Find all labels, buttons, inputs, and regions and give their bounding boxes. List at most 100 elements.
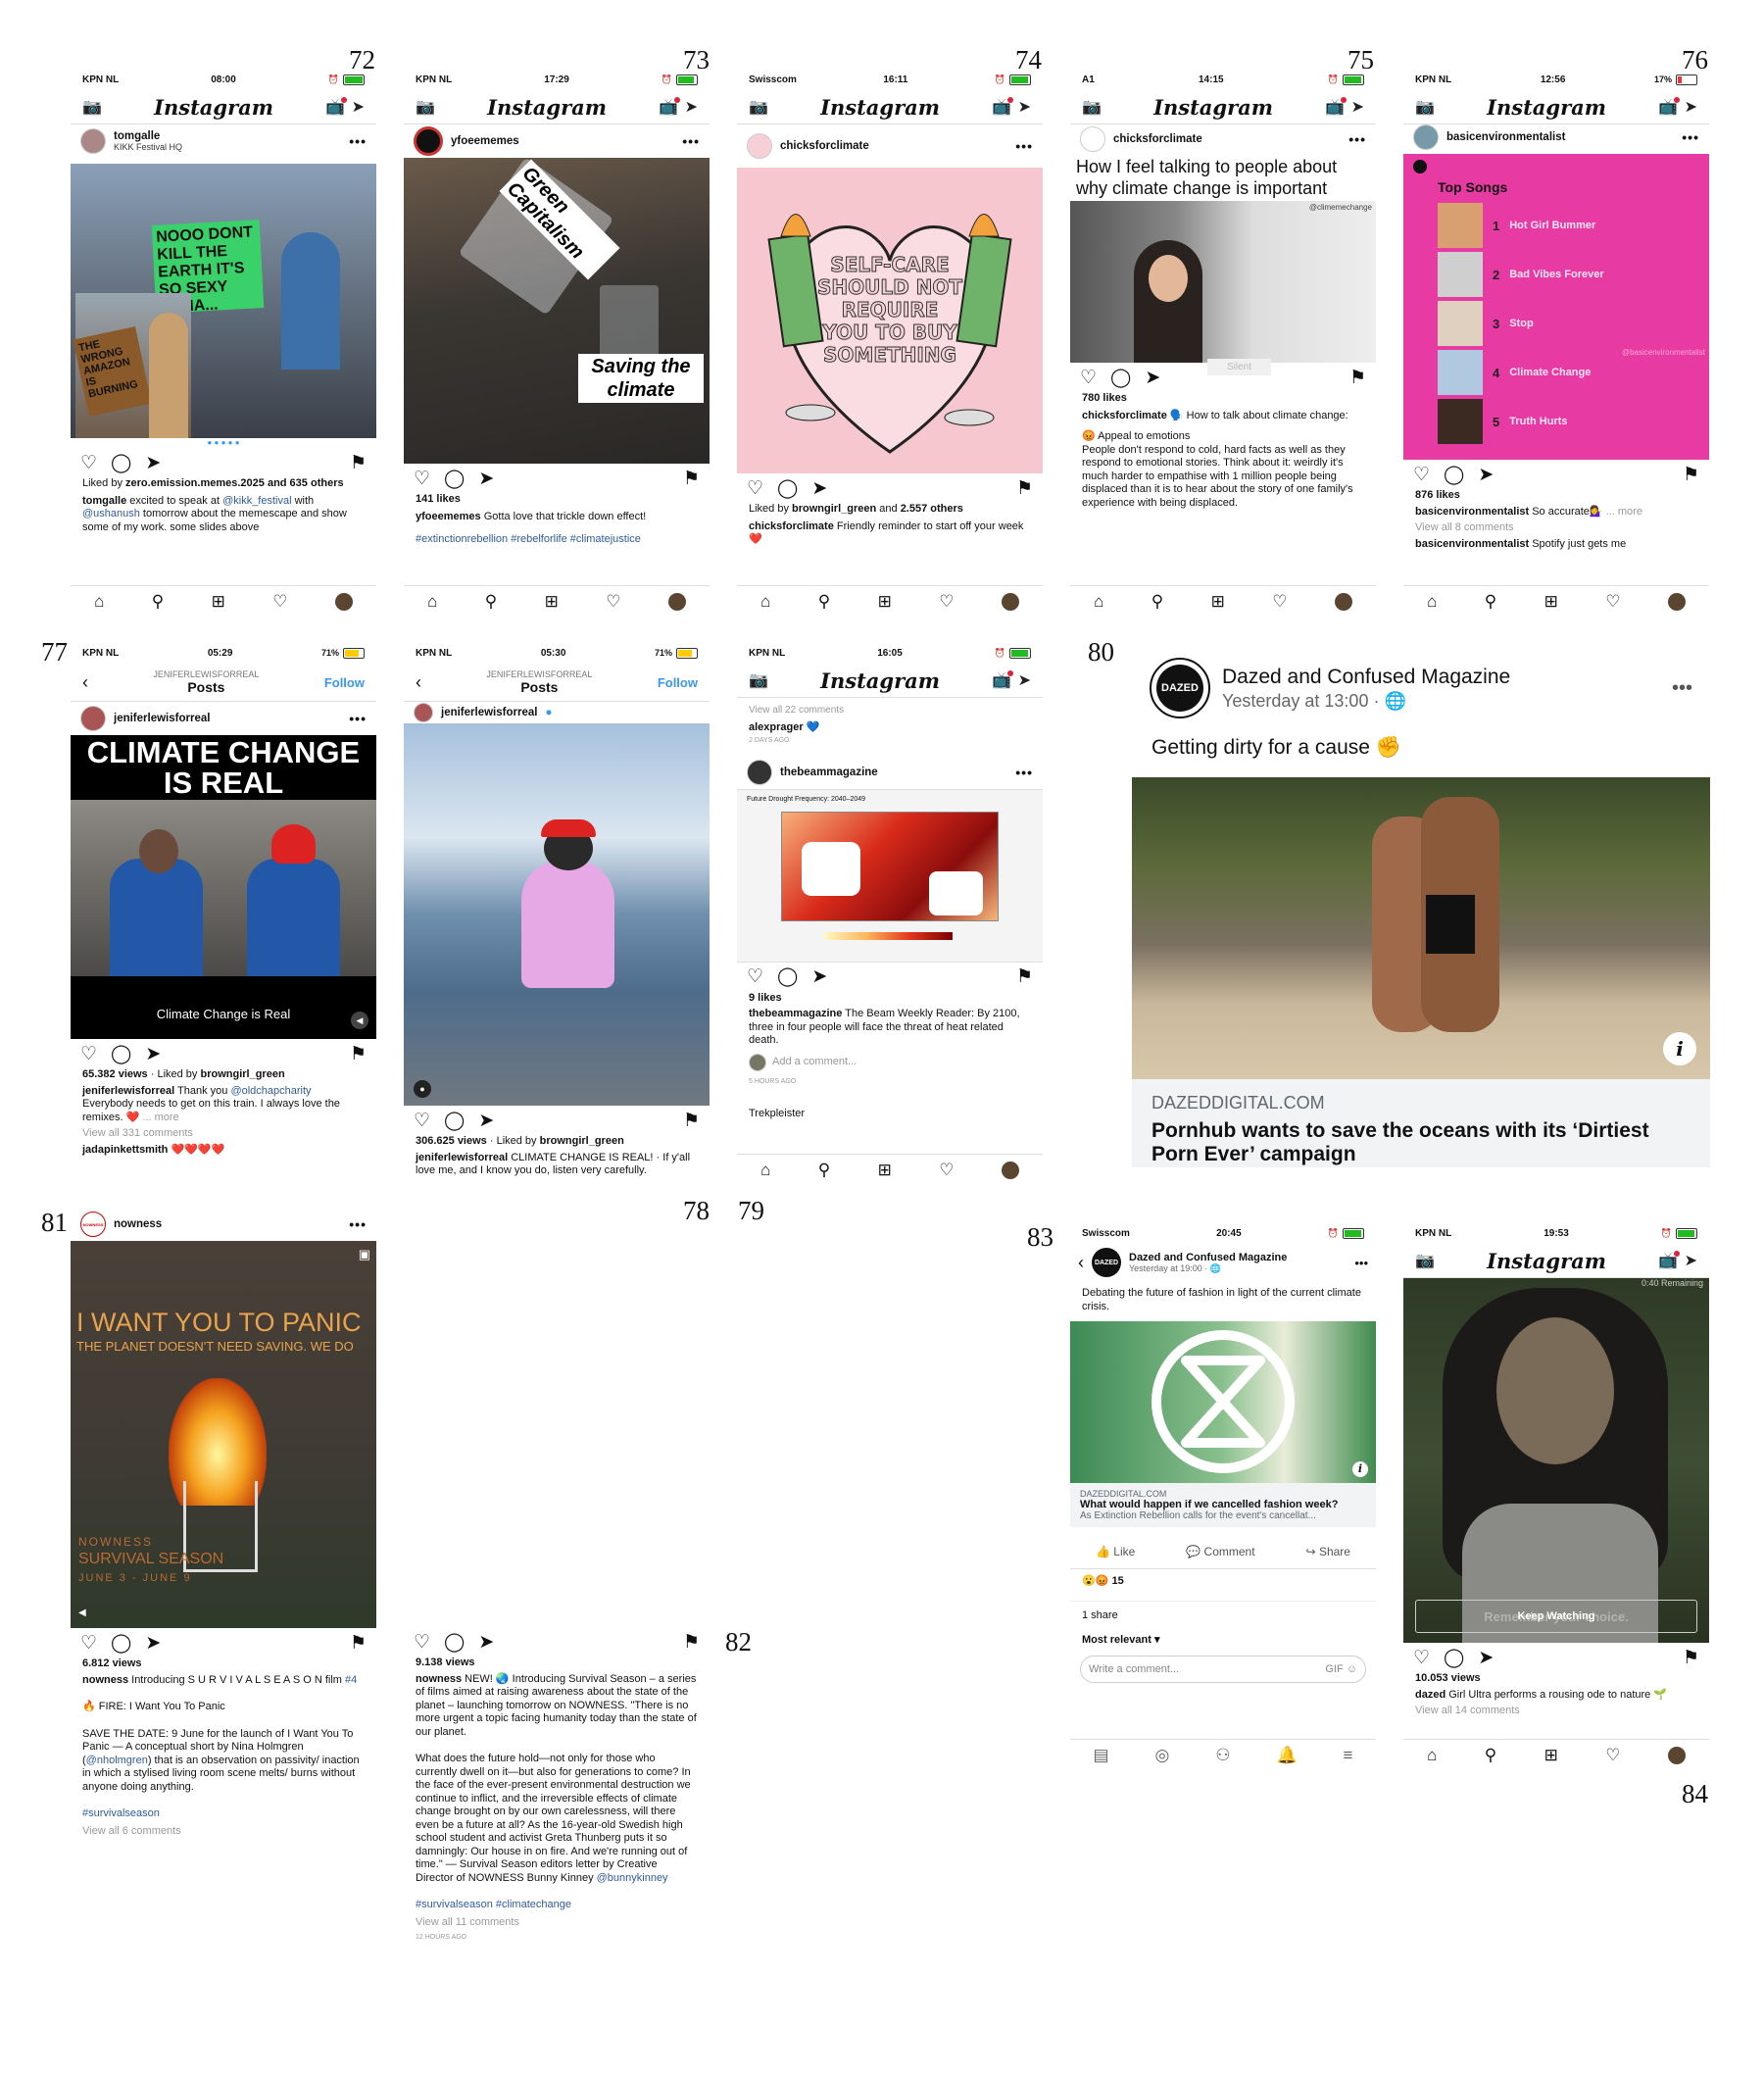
heart-icon[interactable]: ♡ bbox=[80, 1043, 97, 1065]
bookmark-icon[interactable]: ⚑ bbox=[683, 1110, 700, 1132]
profile-icon[interactable] bbox=[1001, 1162, 1019, 1179]
camera-icon[interactable]: 📷 bbox=[82, 97, 102, 117]
groups-icon[interactable]: ⚇ bbox=[1215, 1746, 1230, 1765]
send-icon[interactable]: ➤ bbox=[352, 99, 365, 116]
hashtags[interactable]: #extinctionrebellion #rebelforlife #clim… bbox=[404, 533, 710, 547]
volume-icon[interactable]: ◀ bbox=[351, 1012, 368, 1029]
gif-icon[interactable]: GIF ☺ bbox=[1325, 1663, 1357, 1675]
igtv-icon[interactable]: ▣ bbox=[359, 1247, 370, 1262]
heart-icon[interactable]: ♡ bbox=[414, 1110, 430, 1132]
home-icon[interactable]: ⌂ bbox=[1094, 592, 1103, 612]
camera-icon[interactable]: 📷 bbox=[1415, 1251, 1435, 1270]
more-icon[interactable]: ••• bbox=[349, 1216, 367, 1232]
search-icon[interactable]: ⚲ bbox=[818, 1161, 830, 1180]
bookmark-icon[interactable]: ⚑ bbox=[683, 1631, 700, 1654]
heart-icon[interactable]: ♡ bbox=[1080, 367, 1097, 389]
comment-sort[interactable]: Most relevant ▾ bbox=[1070, 1634, 1376, 1648]
hashtags[interactable]: #survivalseason #climatechange bbox=[404, 1899, 710, 1912]
share-icon[interactable]: ➤ bbox=[811, 477, 827, 500]
camera-icon[interactable]: 📷 bbox=[749, 670, 768, 690]
avatar[interactable]: NOWNESS bbox=[80, 1212, 106, 1237]
home-icon[interactable]: ⌂ bbox=[760, 592, 770, 612]
activity-icon[interactable]: ♡ bbox=[939, 592, 954, 612]
username[interactable]: jeniferlewisforreal bbox=[114, 713, 210, 724]
avatar[interactable] bbox=[747, 133, 772, 159]
search-icon[interactable]: ⚲ bbox=[152, 592, 164, 612]
username[interactable]: jeniferlewisforreal bbox=[441, 707, 537, 718]
share-icon[interactable]: ➤ bbox=[145, 1632, 161, 1655]
tagged-icon[interactable]: ● bbox=[414, 1080, 431, 1098]
add-icon[interactable]: ⊞ bbox=[545, 592, 559, 612]
bookmark-icon[interactable]: ⚑ bbox=[1683, 464, 1699, 486]
comment-button[interactable]: 💬 Comment bbox=[1186, 1545, 1254, 1558]
keep-watching-button[interactable]: Remember your choice. Keep Watching bbox=[1415, 1600, 1697, 1633]
profile-icon[interactable] bbox=[1001, 593, 1019, 611]
share-icon[interactable]: ➤ bbox=[478, 468, 494, 490]
post-video[interactable]: CLIMATE CHANGE IS REAL Climate Change is… bbox=[71, 735, 376, 1039]
activity-icon[interactable]: ♡ bbox=[272, 592, 287, 612]
post-video[interactable]: ▣ I WANT YOU TO PANIC THE PLANET DOESN'T… bbox=[71, 1241, 376, 1628]
share-icon[interactable]: ➤ bbox=[478, 1110, 494, 1132]
share-button[interactable]: ↪ Share bbox=[1306, 1545, 1350, 1558]
home-icon[interactable]: ⌂ bbox=[427, 592, 437, 612]
view-comments[interactable]: View all 22 comments bbox=[737, 704, 1043, 717]
bookmark-icon[interactable]: ⚑ bbox=[1016, 965, 1033, 988]
add-icon[interactable]: ⊞ bbox=[1544, 592, 1558, 612]
more-icon[interactable]: ••• bbox=[1015, 138, 1033, 154]
add-icon[interactable]: ⊞ bbox=[212, 592, 225, 612]
more-icon[interactable]: ••• bbox=[1672, 677, 1692, 700]
comment-icon[interactable]: ◯ bbox=[444, 468, 465, 490]
share-icon[interactable]: ➤ bbox=[145, 452, 161, 474]
notifications-icon[interactable]: 🔔 bbox=[1276, 1746, 1297, 1765]
activity-icon[interactable]: ♡ bbox=[1272, 592, 1287, 612]
comment-icon[interactable]: ◯ bbox=[1444, 1647, 1464, 1669]
bookmark-icon[interactable]: ⚑ bbox=[350, 1043, 367, 1065]
view-comments[interactable]: View all 14 comments bbox=[1403, 1705, 1709, 1718]
more-icon[interactable]: ••• bbox=[349, 133, 367, 149]
heart-icon[interactable]: ♡ bbox=[414, 1631, 430, 1654]
page-name[interactable]: Dazed and Confused Magazine bbox=[1129, 1252, 1287, 1263]
bookmark-icon[interactable]: ⚑ bbox=[683, 468, 700, 490]
comment-icon[interactable]: ◯ bbox=[1110, 367, 1131, 389]
back-icon[interactable]: ‹ bbox=[416, 672, 421, 693]
profile-icon[interactable] bbox=[667, 593, 686, 611]
profile-icon[interactable] bbox=[1334, 593, 1352, 611]
more-icon[interactable]: ••• bbox=[682, 133, 700, 149]
avatar[interactable] bbox=[414, 703, 433, 722]
comment-icon[interactable]: ◯ bbox=[777, 477, 798, 500]
bookmark-icon[interactable]: ⚑ bbox=[1016, 477, 1033, 500]
bookmark-icon[interactable]: ⚑ bbox=[350, 452, 367, 474]
home-icon[interactable]: ⌂ bbox=[1427, 592, 1437, 612]
avatar[interactable] bbox=[414, 126, 443, 156]
camera-icon[interactable]: 📷 bbox=[416, 97, 435, 117]
avatar[interactable]: DAZED bbox=[1150, 658, 1210, 718]
share-icon[interactable]: ➤ bbox=[1478, 1647, 1494, 1669]
bookmark-icon[interactable]: ⚑ bbox=[350, 1632, 367, 1655]
username[interactable]: chicksforclimate bbox=[780, 140, 869, 152]
heart-icon[interactable]: ♡ bbox=[80, 452, 97, 474]
more-icon[interactable]: ••• bbox=[1354, 1256, 1368, 1270]
camera-icon[interactable]: 📷 bbox=[1082, 97, 1102, 117]
avatar[interactable]: DAZED bbox=[1092, 1248, 1121, 1277]
camera-icon[interactable]: 📷 bbox=[749, 97, 768, 117]
comment-icon[interactable]: ◯ bbox=[1444, 464, 1464, 486]
search-icon[interactable]: ⚲ bbox=[818, 592, 830, 612]
send-icon[interactable]: ➤ bbox=[1018, 99, 1031, 116]
link-preview[interactable]: DAZEDDIGITAL.COM Pornhub wants to save t… bbox=[1132, 1079, 1710, 1167]
heart-icon[interactable]: ♡ bbox=[80, 1632, 97, 1655]
avatar[interactable] bbox=[1080, 126, 1105, 152]
share-count[interactable]: 1 share bbox=[1070, 1600, 1376, 1623]
username[interactable]: nowness bbox=[114, 1218, 162, 1230]
send-icon[interactable]: ➤ bbox=[1685, 1253, 1697, 1269]
add-comment[interactable]: Add a comment... bbox=[737, 1053, 1043, 1071]
heart-icon[interactable]: ♡ bbox=[747, 965, 763, 988]
add-icon[interactable]: ⊞ bbox=[878, 592, 892, 612]
like-button[interactable]: 👍 Like bbox=[1096, 1545, 1135, 1558]
username[interactable]: basicenvironmentalist bbox=[1446, 131, 1565, 143]
more-icon[interactable]: ••• bbox=[1015, 765, 1033, 780]
view-comments[interactable]: View all 6 comments bbox=[71, 1825, 376, 1839]
heart-icon[interactable]: ♡ bbox=[1413, 464, 1430, 486]
follow-button[interactable]: Follow bbox=[658, 675, 698, 690]
activity-icon[interactable]: ♡ bbox=[939, 1161, 954, 1180]
activity-icon[interactable]: ♡ bbox=[606, 592, 620, 612]
